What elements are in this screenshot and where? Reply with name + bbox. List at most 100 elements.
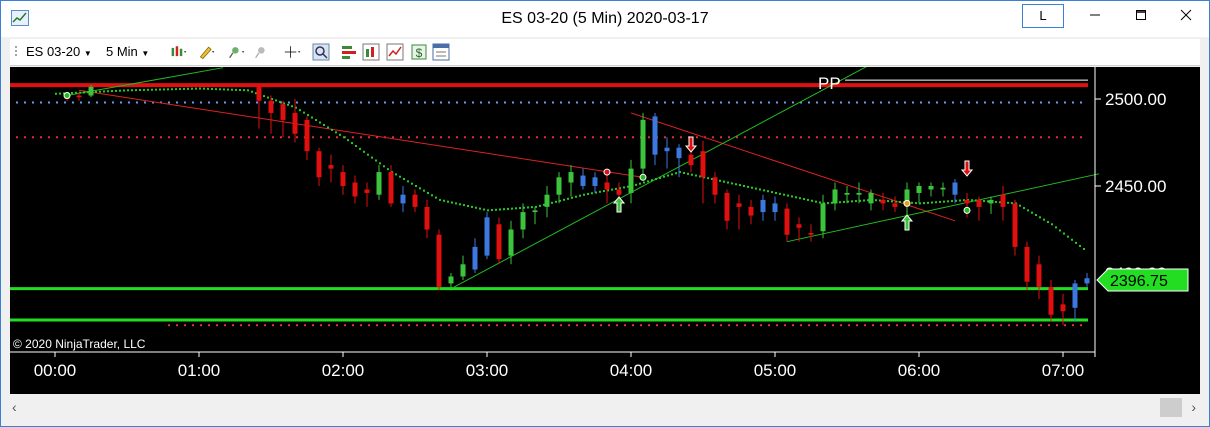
candle[interactable]: [268, 95, 274, 134]
signal-dot[interactable]: [903, 199, 911, 207]
candle[interactable]: [532, 206, 538, 225]
candle[interactable]: [592, 172, 598, 193]
candle[interactable]: [952, 179, 958, 204]
candle[interactable]: [640, 112, 646, 178]
candle[interactable]: [916, 182, 922, 204]
signal-dot[interactable]: [639, 173, 647, 181]
buy-arrow-icon[interactable]: [900, 214, 914, 231]
bar-style-icon[interactable]: [170, 43, 188, 61]
candle[interactable]: [304, 116, 310, 160]
candle[interactable]: [568, 165, 574, 197]
sell-arrow-icon[interactable]: [960, 160, 974, 177]
drawing-tool-icon[interactable]: [198, 43, 216, 61]
properties-icon[interactable]: [432, 43, 450, 61]
candle[interactable]: [940, 182, 946, 197]
candle[interactable]: [292, 99, 298, 143]
buy-arrow-icon[interactable]: [612, 196, 626, 213]
scroll-left-icon[interactable]: ‹: [12, 399, 17, 415]
candle[interactable]: [772, 196, 778, 221]
candle[interactable]: [1084, 273, 1090, 287]
scroll-thumb[interactable]: [1160, 398, 1182, 417]
candle[interactable]: [316, 147, 322, 186]
candle[interactable]: [364, 182, 370, 207]
ma-dot: [403, 178, 405, 181]
candle[interactable]: [328, 154, 334, 183]
candle[interactable]: [988, 196, 994, 214]
signal-dot[interactable]: [63, 92, 71, 100]
candle[interactable]: [544, 186, 550, 218]
candle[interactable]: [820, 194, 826, 239]
candle[interactable]: [496, 217, 502, 265]
title-bar[interactable]: ES 03-20 (5 Min) 2020-03-17 L: [1, 1, 1209, 37]
ma-dot: [639, 182, 641, 185]
zoom-icon[interactable]: [312, 43, 330, 61]
minimize-button[interactable]: [1072, 1, 1118, 31]
chart-panel[interactable]: PP © 2020 NinjaTrader, LLC 2500.00 2450.0…: [10, 63, 1200, 394]
candle[interactable]: [796, 217, 802, 242]
scroll-right-icon[interactable]: ›: [1191, 399, 1196, 415]
candle[interactable]: [472, 238, 478, 273]
candle[interactable]: [436, 229, 442, 291]
indicators-icon[interactable]: [362, 43, 380, 61]
candle[interactable]: [700, 140, 706, 204]
candle[interactable]: [352, 175, 358, 204]
candle[interactable]: [340, 165, 346, 195]
s-dot: [432, 324, 434, 327]
candle[interactable]: [424, 199, 430, 239]
candle[interactable]: [784, 203, 790, 242]
candle[interactable]: [664, 137, 670, 169]
link-button[interactable]: L: [1022, 4, 1064, 28]
interval-selector[interactable]: 5 Min ▼: [106, 44, 149, 59]
candle[interactable]: [976, 196, 982, 221]
close-button[interactable]: [1163, 1, 1209, 31]
candle[interactable]: [1024, 241, 1030, 291]
candle[interactable]: [892, 196, 898, 213]
candle[interactable]: [604, 175, 610, 204]
r1-dot: [808, 101, 810, 104]
s-dot: [104, 136, 106, 139]
candle[interactable]: [256, 83, 262, 129]
signal-dot[interactable]: [963, 206, 971, 214]
chart-trader-icon[interactable]: [386, 43, 404, 61]
s-dot: [872, 136, 874, 139]
price-chart[interactable]: PP © 2020 NinjaTrader, LLC 2500.00 2450.0…: [10, 63, 1200, 394]
instrument-selector[interactable]: ES 03-20 ▼: [26, 44, 92, 59]
candle[interactable]: [1000, 186, 1006, 221]
pin-icon[interactable]: [228, 43, 246, 61]
candle[interactable]: [688, 151, 694, 173]
candle[interactable]: [1012, 199, 1018, 256]
candle[interactable]: [880, 192, 886, 211]
candle[interactable]: [460, 255, 466, 280]
maximize-icon: [1136, 10, 1146, 20]
ma-dot: [647, 180, 649, 183]
candle[interactable]: [808, 224, 814, 242]
candle[interactable]: [628, 159, 634, 204]
candle[interactable]: [724, 189, 730, 230]
candle[interactable]: [376, 165, 382, 200]
strategy-icon[interactable]: [340, 43, 358, 61]
candle[interactable]: [832, 182, 838, 211]
candle[interactable]: [736, 194, 742, 230]
candle[interactable]: [652, 112, 658, 166]
sell-arrow-icon[interactable]: [684, 136, 698, 153]
candle[interactable]: [1048, 279, 1054, 322]
candle[interactable]: [400, 186, 406, 213]
horizontal-scrollbar[interactable]: ‹ ›: [10, 396, 1200, 419]
maximize-button[interactable]: [1118, 1, 1164, 31]
money-icon[interactable]: $: [410, 43, 428, 61]
candle[interactable]: [580, 168, 586, 190]
crosshair-icon[interactable]: [284, 43, 302, 61]
candle[interactable]: [88, 85, 94, 98]
candle[interactable]: [1072, 279, 1078, 322]
signal-dot[interactable]: [603, 168, 611, 176]
candle[interactable]: [412, 189, 418, 213]
candle[interactable]: [280, 100, 286, 138]
candle[interactable]: [556, 172, 562, 204]
candle[interactable]: [712, 172, 718, 204]
candle[interactable]: [928, 182, 934, 197]
unpin-icon[interactable]: [254, 43, 272, 61]
candle[interactable]: [760, 194, 766, 221]
candle[interactable]: [484, 212, 490, 260]
candle[interactable]: [748, 199, 754, 225]
candle[interactable]: [1036, 255, 1042, 300]
